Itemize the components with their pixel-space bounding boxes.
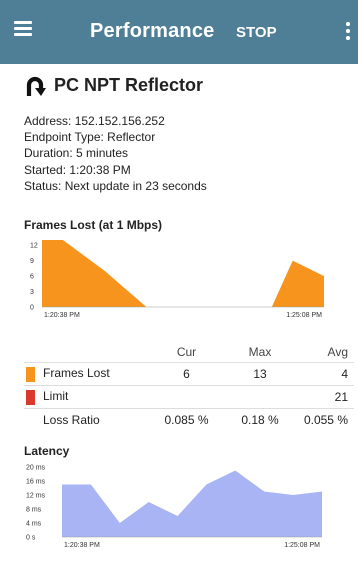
y-tick-label: 0 — [30, 305, 34, 312]
col-header-cur: Cur — [176, 345, 197, 359]
col-header-max: Max — [248, 345, 272, 359]
app-title: Performance — [90, 20, 215, 42]
cell-max: 13 — [229, 362, 291, 386]
stats-table: Cur Max Avg Frames Lost 6 13 4 Limit 21 … — [24, 342, 354, 431]
col-header-avg: Avg — [327, 345, 348, 359]
y-tick-label: 4 ms — [26, 521, 42, 528]
stop-button[interactable]: STOP — [236, 24, 277, 41]
cell-avg: 4 — [291, 362, 354, 386]
test-info: Address: 152.152.156.252 Endpoint Type: … — [24, 113, 207, 194]
test-name: PC NPT Reflector — [54, 75, 204, 95]
x-tick-label: 1:25:08 PM — [286, 312, 322, 319]
row-label: Limit — [43, 389, 69, 404]
series-area — [62, 470, 322, 537]
app-bar: Performance STOP — [0, 0, 358, 64]
frames-lost-title: Frames Lost (at 1 Mbps) — [24, 218, 163, 232]
u-turn-back-icon — [26, 76, 46, 96]
y-tick-label: 20 ms — [26, 465, 46, 472]
cell-cur: 6 — [144, 362, 229, 386]
stats-row-frames-lost: Frames Lost 6 13 4 — [24, 362, 354, 386]
y-tick-label: 16 ms — [26, 479, 46, 486]
frames-lost-swatch — [26, 366, 35, 382]
stats-row-limit: Limit 21 — [24, 385, 354, 409]
y-tick-label: 9 — [30, 258, 34, 265]
stats-header-row: Cur Max Avg — [24, 342, 354, 363]
cell-max — [229, 385, 291, 409]
y-tick-label: 6 — [30, 274, 34, 281]
hamburger-menu-icon[interactable] — [14, 21, 32, 37]
overflow-menu-icon[interactable] — [346, 22, 350, 40]
started-text: Started: 1:20:38 PM — [24, 162, 131, 177]
status-text: Status: Next update in 23 seconds — [24, 178, 207, 193]
row-label: Frames Lost — [43, 366, 110, 381]
y-tick-label: 3 — [30, 289, 34, 296]
y-tick-label: 8 ms — [26, 507, 42, 514]
latency-chart: 20 ms 16 ms 12 ms 8 ms 4 ms 0 s 1:20:38 PM 1:25… — [26, 465, 322, 549]
address-text: Address: 152.152.156.252 — [24, 114, 165, 128]
x-tick-label: 1:25:08 PM — [284, 542, 320, 549]
limit-swatch — [26, 389, 35, 405]
x-tick-label: 1:20:38 PM — [44, 312, 80, 319]
latency-title: Latency — [24, 444, 70, 458]
duration-text: Duration: 5 minutes — [24, 146, 129, 161]
stats-row-loss-ratio: Loss Ratio 0.085 % 0.18 % 0.055 % — [24, 408, 354, 431]
y-tick-label: 0 s — [26, 535, 36, 542]
frames-lost-chart: 12 9 6 3 0 1:20:38 PM 1:25:08 PM — [30, 240, 324, 319]
y-tick-label: 12 ms — [26, 493, 46, 500]
cell-avg: 21 — [291, 385, 354, 409]
endpoint-type-text: Endpoint Type: Reflector — [24, 130, 156, 145]
row-label: Loss Ratio — [43, 413, 100, 427]
y-tick-label: 12 — [30, 243, 38, 250]
x-tick-label: 1:20:38 PM — [64, 542, 100, 549]
cell-cur: 0.085 % — [144, 408, 229, 431]
cell-avg: 0.055 % — [291, 408, 354, 431]
cell-max: 0.18 % — [229, 408, 291, 431]
cell-cur — [144, 385, 229, 409]
frames-lost-area — [42, 240, 324, 307]
